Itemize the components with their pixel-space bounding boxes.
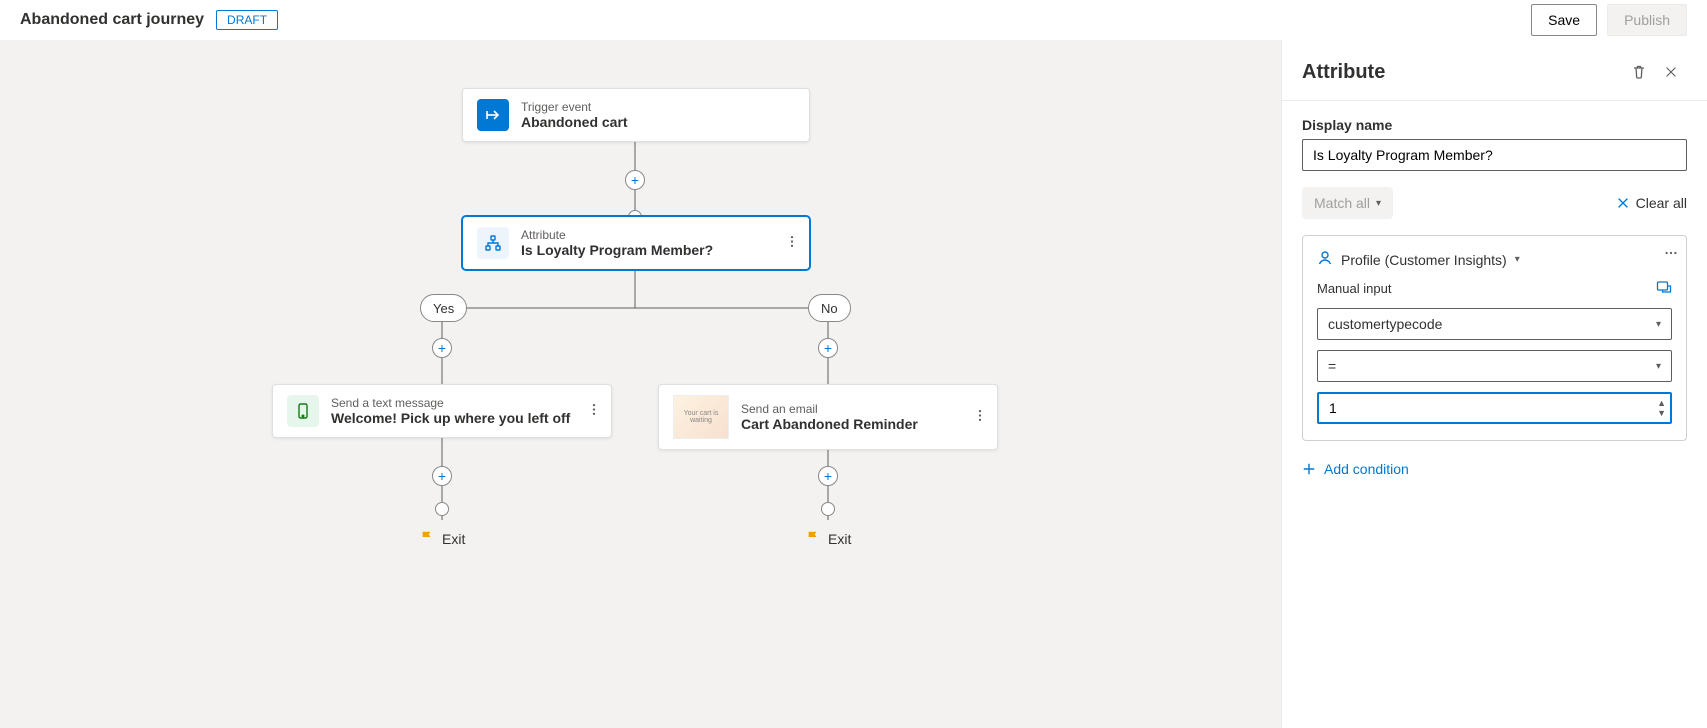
node-email-overline: Send an email — [741, 402, 918, 416]
branch-no-label: No — [821, 301, 838, 316]
condition-field-dropdown[interactable]: customertypecode ▾ — [1317, 308, 1672, 340]
clear-all-button[interactable]: Clear all — [1616, 195, 1687, 211]
sms-icon — [287, 395, 319, 427]
chevron-down-icon: ▾ — [1515, 254, 1520, 265]
save-button[interactable]: Save — [1531, 4, 1597, 36]
page-title: Abandoned cart journey — [20, 11, 204, 29]
publish-button[interactable]: Publish — [1607, 4, 1687, 36]
connector-dot — [821, 502, 835, 516]
add-step-after-sms-button[interactable]: + — [432, 466, 452, 486]
branch-no-pill[interactable]: No — [808, 294, 851, 322]
condition-operator-value: = — [1328, 358, 1336, 374]
node-email-title: Cart Abandoned Reminder — [741, 416, 918, 432]
clear-all-label: Clear all — [1636, 195, 1687, 211]
top-bar: Abandoned cart journey DRAFT Save Publis… — [0, 0, 1707, 40]
chevron-down-icon: ▾ — [1656, 361, 1661, 372]
exit-no: Exit — [806, 530, 851, 547]
node-trigger-overline: Trigger event — [521, 100, 628, 114]
status-badge-draft: DRAFT — [216, 10, 278, 30]
panel-title: Attribute — [1302, 61, 1623, 84]
match-all-label: Match all — [1314, 195, 1370, 211]
flag-icon — [420, 530, 434, 547]
profile-icon — [1317, 250, 1333, 269]
add-step-no-button[interactable]: + — [818, 338, 838, 358]
node-sms-title: Welcome! Pick up where you left off — [331, 410, 570, 426]
display-name-label: Display name — [1302, 117, 1687, 133]
node-attribute-overline: Attribute — [521, 228, 713, 242]
add-step-after-email-button[interactable]: + — [818, 466, 838, 486]
node-attribute-branch[interactable]: Attribute Is Loyalty Program Member? — [462, 216, 810, 270]
manual-input-label: Manual input — [1317, 281, 1391, 296]
node-more-button[interactable] — [973, 409, 987, 426]
delete-button[interactable] — [1623, 56, 1655, 88]
condition-value-input[interactable]: ▲ ▼ — [1317, 392, 1672, 424]
email-thumbnail-caption: Your cart is waiting — [674, 410, 728, 424]
chevron-down-icon: ▾ — [1656, 319, 1661, 330]
node-send-email[interactable]: Your cart is waiting Send an email Cart … — [658, 384, 998, 450]
chevron-down-icon: ▾ — [1376, 198, 1381, 209]
node-send-sms[interactable]: Send a text message Welcome! Pick up whe… — [272, 384, 612, 438]
node-more-button[interactable] — [587, 403, 601, 420]
exit-yes: Exit — [420, 530, 465, 547]
condition-operator-dropdown[interactable]: = ▾ — [1317, 350, 1672, 382]
branch-yes-label: Yes — [433, 301, 454, 316]
email-thumbnail: Your cart is waiting — [673, 395, 729, 439]
add-step-button[interactable]: + — [625, 170, 645, 190]
stepper-down-icon[interactable]: ▼ — [1657, 408, 1666, 418]
attribute-icon — [477, 227, 509, 259]
condition-value-field[interactable] — [1319, 400, 1670, 416]
close-button[interactable] — [1655, 56, 1687, 88]
node-trigger-event[interactable]: Trigger event Abandoned cart — [462, 88, 810, 142]
attribute-side-panel: Attribute Display name Match all ▾ — [1281, 40, 1707, 728]
node-sms-overline: Send a text message — [331, 396, 570, 410]
profile-source-label: Profile (Customer Insights) — [1341, 252, 1507, 268]
branch-yes-pill[interactable]: Yes — [420, 294, 467, 322]
add-condition-button[interactable]: Add condition — [1302, 461, 1687, 477]
condition-more-button[interactable] — [1664, 246, 1678, 263]
manual-input-icon[interactable] — [1656, 279, 1672, 298]
connector-dot — [435, 502, 449, 516]
journey-canvas[interactable]: Trigger event Abandoned cart + Attribute… — [0, 40, 1281, 728]
node-trigger-title: Abandoned cart — [521, 114, 628, 130]
match-all-dropdown[interactable]: Match all ▾ — [1302, 187, 1393, 219]
add-step-yes-button[interactable]: + — [432, 338, 452, 358]
display-name-input[interactable] — [1302, 139, 1687, 171]
stepper-up-icon[interactable]: ▲ — [1657, 398, 1666, 408]
condition-field-value: customertypecode — [1328, 316, 1442, 332]
exit-label: Exit — [828, 531, 851, 547]
trigger-icon — [477, 99, 509, 131]
node-more-button[interactable] — [785, 235, 799, 252]
profile-source-dropdown[interactable]: Profile (Customer Insights) ▾ — [1317, 250, 1672, 269]
exit-label: Exit — [442, 531, 465, 547]
condition-group: Profile (Customer Insights) ▾ Manual inp… — [1302, 235, 1687, 441]
add-condition-label: Add condition — [1324, 461, 1409, 477]
node-attribute-title: Is Loyalty Program Member? — [521, 242, 713, 258]
flag-icon — [806, 530, 820, 547]
